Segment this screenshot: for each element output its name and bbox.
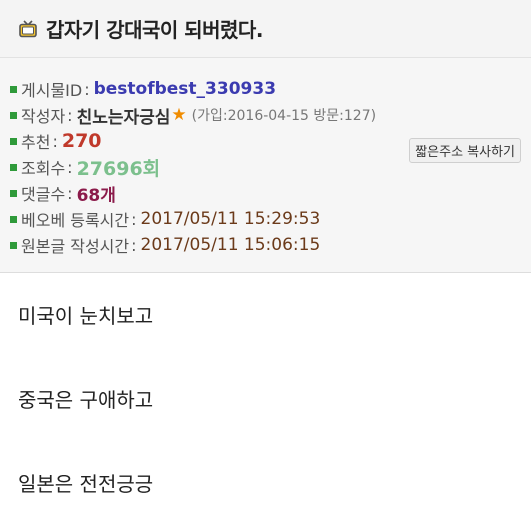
separator: : [131, 235, 137, 255]
meta-row-comments: 댓글수 : 68개 [10, 180, 521, 206]
meta-row-post-id: 게시물ID : bestofbest_330933 [10, 76, 521, 102]
tv-icon [18, 19, 38, 39]
bullet-icon [10, 137, 17, 145]
orig-time-value: 2017/05/11 15:06:15 [140, 235, 321, 255]
author-join-info: (가입:2016-04-15 방문:127) [191, 108, 377, 124]
separator: : [84, 79, 90, 99]
views-count: 27696회 [76, 157, 161, 180]
post-header: 갑자기 강대국이 되버렸다. [0, 0, 531, 58]
author-label: 작성자 [21, 107, 66, 126]
meta-row-author: 작성자 : 친노는자긍심 ★ (가입:2016-04-15 방문:127) [10, 102, 521, 128]
separator: : [52, 131, 58, 151]
comments-count: 68개 [76, 185, 116, 206]
meta-row-orig-time: 원본글 작성시간 : 2017/05/11 15:06:15 [10, 232, 521, 258]
separator: : [67, 105, 73, 125]
post-id-value: bestofbest_330933 [93, 79, 277, 99]
post-line: 일본은 전전긍긍 [18, 472, 154, 496]
copy-short-url-button[interactable]: 짧은주소 복사하기 [409, 138, 521, 163]
bullet-icon [10, 241, 17, 249]
views-label: 조회수 [21, 159, 66, 178]
orig-time-label: 원본글 작성시간 [21, 237, 130, 256]
meta-row-best-time: 베오베 등록시간 : 2017/05/11 15:29:53 [10, 206, 521, 232]
separator: : [131, 209, 137, 229]
comments-label: 댓글수 [21, 185, 66, 204]
recommend-label: 추천 [21, 133, 51, 152]
bullet-icon [10, 163, 17, 171]
bullet-icon [10, 215, 17, 223]
separator: : [67, 157, 73, 177]
best-time-label: 베오베 등록시간 [21, 211, 130, 230]
best-time-value: 2017/05/11 15:29:53 [140, 209, 321, 229]
post-meta: 게시물ID : bestofbest_330933 짧은주소 복사하기 작성자 … [0, 58, 531, 273]
post-id-label: 게시물ID [21, 81, 83, 100]
author-name-link[interactable]: 친노는자긍심 [77, 103, 171, 128]
post-line: 중국은 구애하고 [18, 388, 154, 412]
bullet-icon [10, 111, 17, 119]
separator: : [67, 183, 73, 203]
star-icon: ★ [171, 105, 187, 125]
page-title: 갑자기 강대국이 되버렸다. [46, 18, 263, 42]
recommend-count: 270 [61, 130, 102, 152]
bullet-icon [10, 189, 17, 197]
post-line: 미국이 눈치보고 [18, 304, 154, 328]
bullet-icon [10, 85, 17, 93]
post-body: 미국이 눈치보고 중국은 구애하고 일본은 전전긍긍 [0, 295, 531, 505]
